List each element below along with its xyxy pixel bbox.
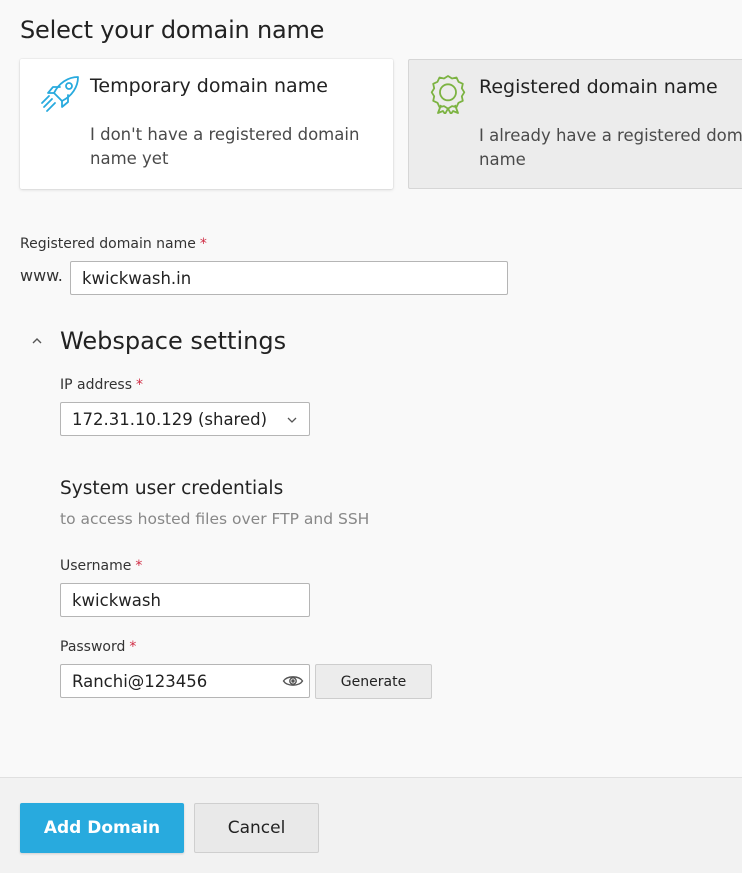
cancel-button[interactable]: Cancel [194,803,319,853]
registered-domain-description-line1: I already have a registered domain [479,126,742,145]
generate-password-button[interactable]: Generate [315,664,432,699]
registered-domain-description: I already have a registered domain name [479,124,742,172]
ip-address-label: IP address * [60,377,143,393]
system-user-credentials-subtitle: to access hosted files over FTP and SSH [60,510,370,528]
username-input[interactable]: kwickwash [60,583,310,617]
eye-icon[interactable] [282,672,304,690]
registered-domain-label: Registered domain name * [20,236,207,252]
registered-domain-option[interactable]: Registered domain name I already have a … [408,59,742,189]
registered-domain-title: Registered domain name [479,76,718,98]
temporary-domain-description: I don't have a registered domain name ye… [90,125,360,168]
rocket-icon [41,76,79,112]
password-label: Password * [60,639,136,655]
username-label: Username * [60,558,142,574]
ip-address-value: 172.31.10.129 (shared) [72,409,268,429]
registered-domain-input[interactable]: kwickwash.in [70,261,508,295]
www-prefix: www. [20,266,63,285]
system-user-credentials-title: System user credentials [60,478,284,499]
ip-address-label-text: IP address [60,377,133,393]
required-marker: * [199,236,207,252]
password-value: Ranchi@123456 [72,671,208,691]
registered-domain-label-text: Registered domain name [20,236,196,252]
temporary-domain-option[interactable]: Temporary domain name I don't have a reg… [20,59,393,189]
required-marker: * [129,639,137,655]
webspace-settings-toggle[interactable]: Webspace settings [30,327,286,355]
chevron-up-icon [32,338,42,344]
chevron-down-icon [287,417,297,423]
username-label-text: Username [60,558,132,574]
ip-address-select[interactable]: 172.31.10.129 (shared) [60,402,310,436]
password-label-text: Password [60,639,126,655]
required-marker: * [135,558,143,574]
webspace-settings-title: Webspace settings [60,327,287,355]
page-title: Select your domain name [20,16,325,44]
registered-domain-description-line2: name [479,150,526,169]
award-badge-icon [430,75,466,114]
add-domain-button[interactable]: Add Domain [20,803,184,853]
required-marker: * [136,377,144,393]
password-input[interactable]: Ranchi@123456 [60,664,310,698]
temporary-domain-title: Temporary domain name [90,75,328,97]
